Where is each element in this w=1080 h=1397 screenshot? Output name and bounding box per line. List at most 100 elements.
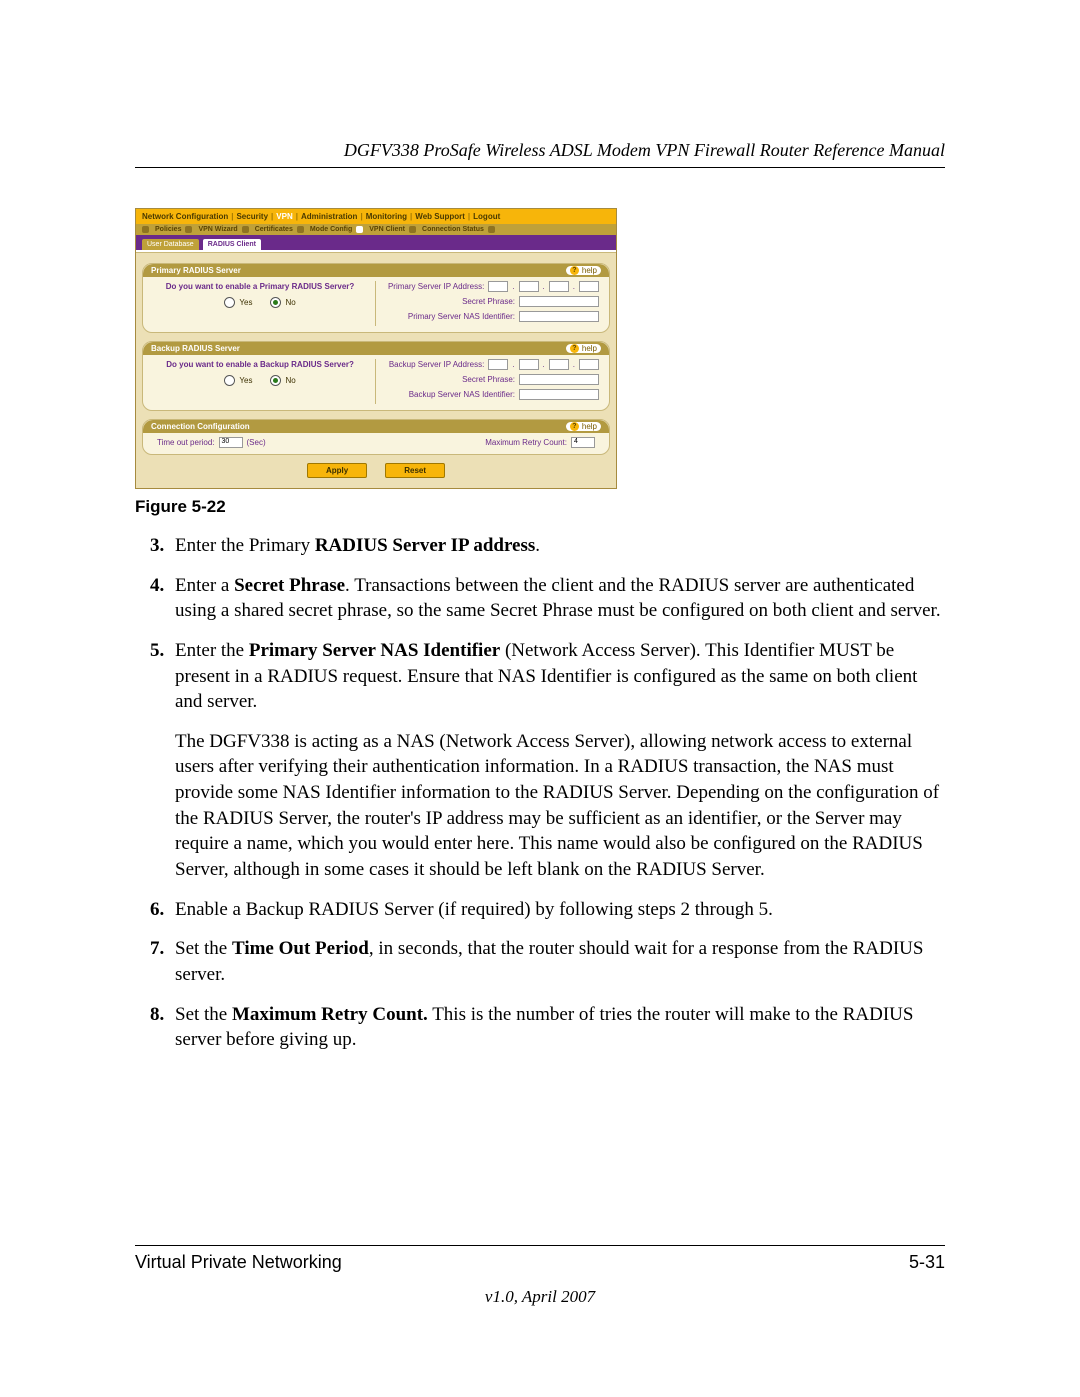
subnav-vpnwizard[interactable]: VPN Wizard [198, 226, 237, 233]
retry-label: Maximum Retry Count: [485, 438, 567, 447]
backup-enable-question: Do you want to enable a Backup RADIUS Se… [153, 359, 367, 371]
primary-ip-octet-3[interactable] [549, 281, 569, 292]
figure-caption: Figure 5-22 [135, 497, 945, 517]
bullet-icon [297, 226, 304, 233]
section-title-conn: Connection Configuration [151, 422, 250, 431]
step-3-pre: Enter the Primary [175, 535, 315, 556]
primary-secret-input[interactable] [519, 296, 599, 307]
section-primary-radius: Primary RADIUS Server ? help Do you want… [142, 263, 610, 333]
primary-enable-question: Do you want to enable a Primary RADIUS S… [153, 281, 367, 293]
nav-item-network[interactable]: Network Configuration [142, 212, 228, 221]
backup-nas-label: Backup Server NAS Identifier: [409, 390, 515, 399]
primary-secret-label: Secret Phrase: [462, 297, 515, 306]
radio-icon [224, 375, 235, 386]
section-connection-config: Connection Configuration ? help Time out… [142, 419, 610, 455]
step-4: Enter a Secret Phrase. Transactions betw… [169, 573, 945, 624]
panel-body: Primary RADIUS Server ? help Do you want… [136, 253, 616, 488]
help-link-backup[interactable]: ? help [566, 344, 601, 353]
bullet-icon [409, 226, 416, 233]
retry-input[interactable]: 4 [571, 437, 595, 448]
subnav-vpnclient[interactable]: VPN Client [369, 226, 405, 233]
running-header: DGFV338 ProSafe Wireless ADSL Modem VPN … [135, 140, 945, 161]
primary-radio-yes[interactable]: Yes [224, 297, 252, 308]
nav-item-logout[interactable]: Logout [473, 212, 500, 221]
step-4-pre: Enter a [175, 575, 234, 596]
timeout-label: Time out period: [157, 438, 215, 447]
primary-ip-octet-4[interactable] [579, 281, 599, 292]
step-4-bold: Secret Phrase [234, 575, 345, 596]
nav-item-vpn[interactable]: VPN [276, 212, 292, 221]
step-8-pre: Set the [175, 1004, 232, 1025]
help-link-conn[interactable]: ? help [566, 422, 601, 431]
backup-secret-input[interactable] [519, 374, 599, 385]
header-rule [135, 167, 945, 168]
backup-ip-octet-3[interactable] [549, 359, 569, 370]
nav-item-monitoring[interactable]: Monitoring [366, 212, 407, 221]
step-8: Set the Maximum Retry Count. This is the… [169, 1002, 945, 1053]
subnav-connstatus[interactable]: Connection Status [422, 226, 484, 233]
step-5-pre: Enter the [175, 640, 249, 661]
timeout-unit: (Sec) [247, 438, 266, 447]
footer-rule [135, 1245, 945, 1246]
apply-button[interactable]: Apply [307, 463, 367, 478]
subnav-policies[interactable]: Policies [155, 226, 181, 233]
backup-secret-label: Secret Phrase: [462, 375, 515, 384]
tab-user-database[interactable]: User Database [142, 239, 199, 250]
no-label: No [285, 376, 295, 385]
primary-ip-label: Primary Server IP Address: [388, 282, 484, 291]
backup-radio-yes[interactable]: Yes [224, 375, 252, 386]
primary-nas-label: Primary Server NAS Identifier: [408, 312, 515, 321]
help-icon: ? [570, 266, 579, 275]
nav-item-websupport[interactable]: Web Support [415, 212, 465, 221]
router-screenshot: Network Configuration| Security| VPN| Ad… [135, 208, 617, 489]
nav-item-admin[interactable]: Administration [301, 212, 357, 221]
section-backup-radius: Backup RADIUS Server ? help Do you want … [142, 341, 610, 411]
step-5-bold: Primary Server NAS Identifier [249, 640, 500, 661]
section-title-primary: Primary RADIUS Server [151, 266, 241, 275]
step-5: Enter the Primary Server NAS Identifier … [169, 638, 945, 883]
step-3: Enter the Primary RADIUS Server IP addre… [169, 533, 945, 559]
step-3-bold: RADIUS Server IP address [315, 535, 535, 556]
tab-radius-client[interactable]: RADIUS Client [203, 239, 261, 250]
step-6: Enable a Backup RADIUS Server (if requir… [169, 897, 945, 923]
bullet-icon [242, 226, 249, 233]
bullet-icon-active [356, 226, 363, 233]
backup-radio-no[interactable]: No [270, 375, 295, 386]
bullet-icon [142, 226, 149, 233]
backup-nas-input[interactable] [519, 389, 599, 400]
subnav-certificates[interactable]: Certificates [255, 226, 293, 233]
primary-ip-octet-1[interactable] [488, 281, 508, 292]
step-7-bold: Time Out Period [232, 938, 369, 959]
tab-row: User Database RADIUS Client [136, 235, 616, 250]
nav-item-security[interactable]: Security [236, 212, 268, 221]
instruction-list: Enter the Primary RADIUS Server IP addre… [135, 533, 945, 1053]
step-7: Set the Time Out Period, in seconds, tha… [169, 936, 945, 987]
backup-ip-octet-4[interactable] [579, 359, 599, 370]
primary-ip-octet-2[interactable] [519, 281, 539, 292]
reset-button[interactable]: Reset [385, 463, 445, 478]
nav-main: Network Configuration| Security| VPN| Ad… [136, 209, 616, 224]
radio-icon-checked [270, 375, 281, 386]
radio-icon [224, 297, 235, 308]
help-label: help [582, 266, 597, 275]
yes-label: Yes [239, 376, 252, 385]
step-7-pre: Set the [175, 938, 232, 959]
radio-icon-checked [270, 297, 281, 308]
footer-version: v1.0, April 2007 [135, 1287, 945, 1307]
nav-sub: Policies VPN Wizard Certificates Mode Co… [136, 224, 616, 235]
help-link-primary[interactable]: ? help [566, 266, 601, 275]
step-8-bold: Maximum Retry Count. [232, 1004, 428, 1025]
help-label: help [582, 422, 597, 431]
backup-ip-octet-2[interactable] [519, 359, 539, 370]
yes-label: Yes [239, 298, 252, 307]
timeout-input[interactable]: 30 [219, 437, 243, 448]
primary-radio-no[interactable]: No [270, 297, 295, 308]
section-title-backup: Backup RADIUS Server [151, 344, 240, 353]
help-label: help [582, 344, 597, 353]
subnav-modeconfig[interactable]: Mode Config [310, 226, 352, 233]
primary-nas-input[interactable] [519, 311, 599, 322]
bullet-icon [185, 226, 192, 233]
backup-ip-octet-1[interactable] [488, 359, 508, 370]
backup-ip-label: Backup Server IP Address: [389, 360, 484, 369]
help-icon: ? [570, 422, 579, 431]
